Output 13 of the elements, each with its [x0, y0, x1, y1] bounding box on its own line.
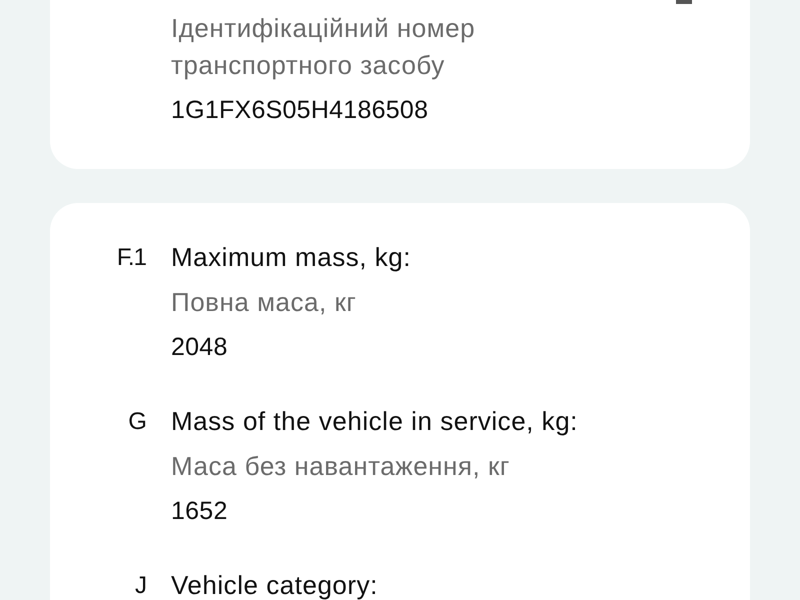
field-title: Maximum mass, kg: [171, 241, 411, 274]
field-value: 2048 [171, 332, 228, 363]
field-value: 1652 [171, 496, 228, 527]
field-value: 1G1FX6S05H4186508 [171, 95, 428, 126]
field-code: F.1 [116, 243, 146, 273]
field-subtitle: Повна маса, кг [171, 286, 356, 319]
field-code: G [128, 407, 146, 437]
field-code: J [134, 571, 146, 600]
field-title: Vehicle category: [171, 569, 378, 600]
field-subtitle: Ідентифікаційний номер транспортного засобу [171, 12, 476, 82]
field-subtitle: Маса без навантаження, кг [171, 450, 510, 483]
dash-icon [676, 0, 692, 4]
field-title: Mass of the vehicle in service, kg: [171, 405, 578, 438]
